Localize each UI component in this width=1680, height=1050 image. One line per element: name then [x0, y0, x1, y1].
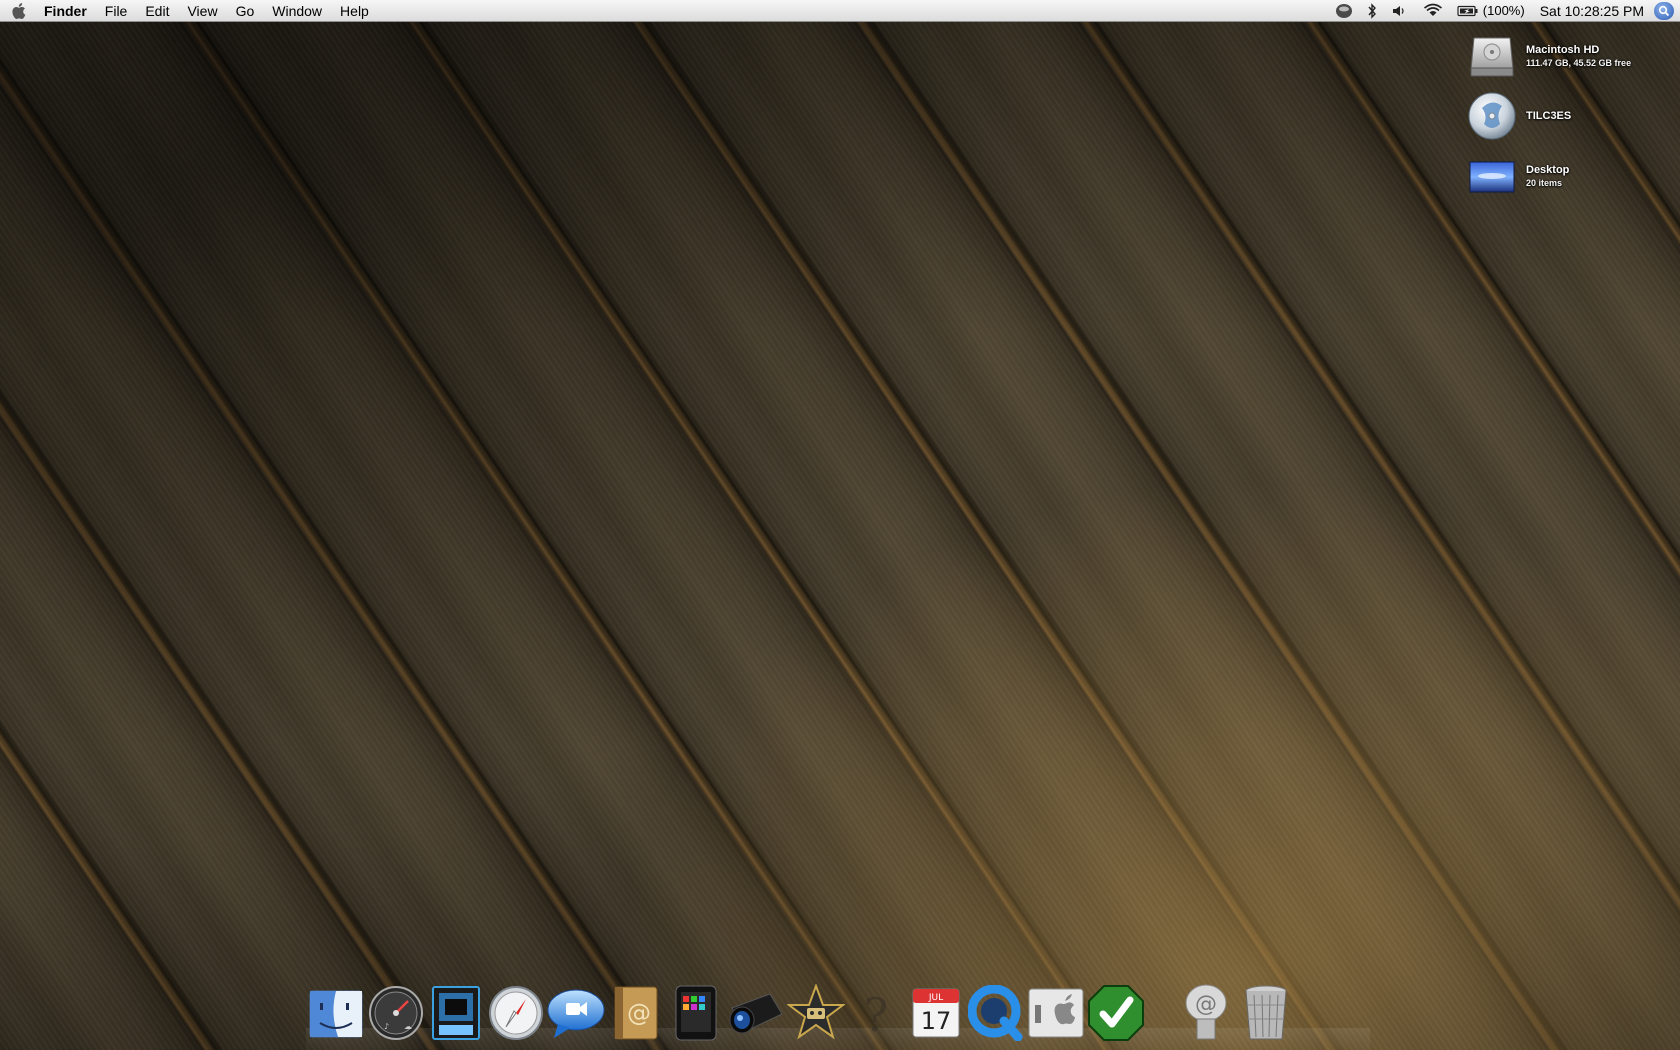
svg-text:?: ? — [864, 988, 889, 1041]
dashboard-icon: ♪ ☁ — [369, 986, 423, 1040]
volume-menu[interactable] — [1384, 0, 1416, 22]
dock-item-help[interactable]: ? — [846, 982, 906, 1044]
desktop-item-title: Desktop — [1526, 164, 1570, 176]
dock-item-dashboard[interactable]: ♪ ☁ — [366, 982, 426, 1044]
menu-clock[interactable]: Sat 10:28:25 PM — [1532, 0, 1654, 22]
svg-text:☁: ☁ — [404, 1022, 412, 1031]
menu-view[interactable]: View — [178, 0, 226, 22]
desktop-item-desktop[interactable]: Desktop 20 items — [1466, 150, 1666, 202]
dock-item-trash[interactable] — [1236, 982, 1296, 1044]
desktop-item-subtitle: 20 items — [1526, 178, 1563, 188]
desktop-item-title: Macintosh HD — [1526, 44, 1600, 56]
menu-bar: Finder File Edit View Go Window Help (10… — [0, 0, 1680, 22]
wifi-icon — [1423, 3, 1442, 16]
ical-icon: JUL 17 — [912, 988, 960, 1038]
finder-icon — [309, 990, 363, 1038]
hard-drive-icon — [1470, 37, 1514, 77]
svg-text:@: @ — [627, 999, 651, 1027]
desktop-item-subtitle: 111.47 GB, 45.52 GB free — [1526, 58, 1632, 68]
desktop-item-label: Macintosh HD 111.47 GB, 45.52 GB free — [1526, 43, 1631, 69]
dock: ♪ ☁ @ ? JUL 17 @ — [306, 978, 1370, 1050]
menu-file[interactable]: File — [96, 0, 137, 22]
bluetooth-icon — [1368, 2, 1376, 19]
desktop-item-tilc3es[interactable]: TILC3ES — [1466, 90, 1666, 142]
check-icon — [1088, 985, 1144, 1041]
menu-extra-app-icon — [1335, 3, 1352, 18]
system-info-icon — [1028, 988, 1084, 1038]
svg-text:@: @ — [1195, 992, 1217, 1017]
folder-icon — [1469, 161, 1515, 193]
help-icon: ? — [864, 988, 889, 1041]
address-book-icon: @ — [614, 986, 658, 1040]
apple-menu[interactable] — [0, 0, 40, 22]
speaker-icon — [1392, 5, 1404, 16]
dock-item-system-info[interactable] — [1026, 982, 1086, 1044]
svg-text:♪: ♪ — [384, 1022, 389, 1031]
dock-item-finder[interactable] — [306, 982, 366, 1044]
menu-finder[interactable]: Finder — [40, 0, 96, 22]
dock-item-ipod[interactable] — [666, 982, 726, 1044]
bluetooth-menu[interactable] — [1360, 0, 1384, 22]
dock-item-check[interactable] — [1086, 982, 1146, 1044]
imovie-icon — [787, 984, 845, 1040]
dock-item-mail[interactable]: @ — [1176, 982, 1236, 1044]
menu-edit[interactable]: Edit — [136, 0, 178, 22]
dock-item-ical[interactable]: JUL 17 — [906, 982, 966, 1044]
search-icon — [1658, 5, 1670, 16]
safari-icon — [489, 986, 543, 1040]
dock-item-ichat[interactable] — [546, 982, 606, 1044]
apple-logo-icon — [12, 2, 26, 19]
menu-help[interactable]: Help — [331, 0, 378, 22]
dock-item-address-book[interactable]: @ — [606, 982, 666, 1044]
photo-booth-icon — [432, 986, 480, 1040]
ical-day: 17 — [921, 1007, 952, 1035]
desktop-item-title: TILC3ES — [1526, 110, 1572, 122]
ical-month: JUL — [928, 993, 943, 1003]
aperture-icon — [729, 993, 783, 1034]
trash-icon — [1245, 985, 1287, 1040]
menu-window[interactable]: Window — [263, 0, 331, 22]
spotlight-button[interactable] — [1654, 1, 1674, 20]
menu-extra-app[interactable] — [1328, 0, 1360, 22]
desktop-item-label: TILC3ES — [1526, 109, 1571, 123]
dock-item-imovie[interactable] — [786, 982, 846, 1044]
dock-item-photo-booth[interactable] — [426, 982, 486, 1044]
disc-icon — [1468, 92, 1516, 140]
battery-menu[interactable]: (100%) — [1450, 0, 1532, 22]
desktop-wallpaper — [0, 22, 1680, 1050]
ipod-icon — [675, 985, 717, 1041]
battery-icon — [1457, 5, 1478, 16]
dock-item-safari[interactable] — [486, 982, 546, 1044]
mail-icon: @ — [1185, 984, 1227, 1040]
wifi-menu[interactable] — [1416, 0, 1450, 22]
dock-item-aperture[interactable] — [726, 982, 786, 1044]
menu-extras: (100%) Sat 10:28:25 PM — [1328, 0, 1680, 22]
dock-item-quicktime[interactable] — [966, 982, 1026, 1044]
quicktime-icon — [968, 985, 1023, 1041]
desktop-item-label: Desktop 20 items — [1526, 163, 1569, 189]
ichat-icon — [547, 989, 605, 1038]
menu-go[interactable]: Go — [227, 0, 264, 22]
desktop-item-macintosh-hd[interactable]: Macintosh HD 111.47 GB, 45.52 GB free — [1466, 30, 1666, 82]
battery-percent: (100%) — [1482, 3, 1525, 18]
